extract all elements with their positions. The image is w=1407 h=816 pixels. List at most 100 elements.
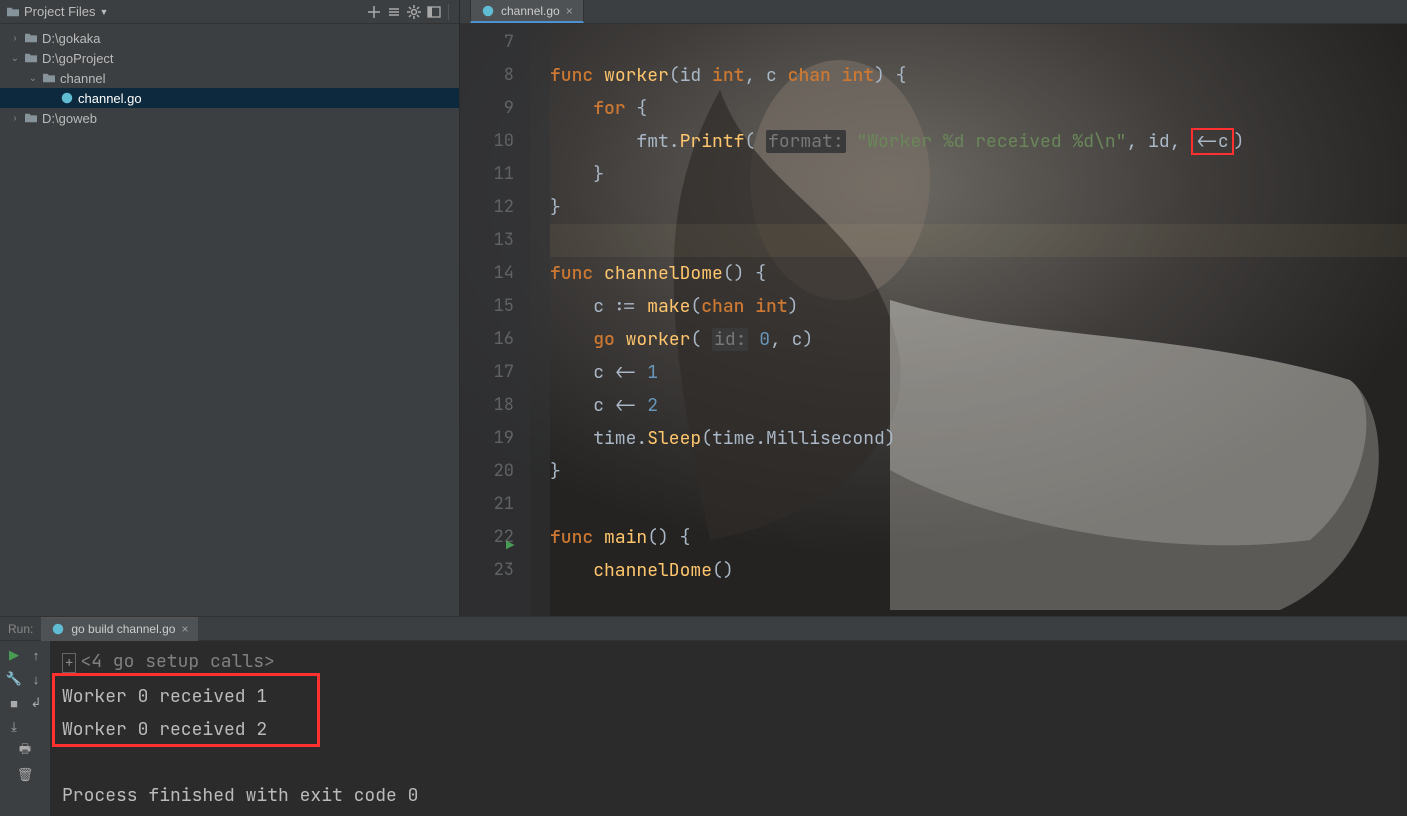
line-number: 21: [460, 488, 514, 521]
line-number: 13: [460, 224, 514, 257]
tree-folder[interactable]: › D:\goweb: [0, 108, 459, 128]
editor-tab-channel-go[interactable]: channel.go ×: [470, 0, 584, 23]
tree-file[interactable]: channel.go: [0, 88, 459, 108]
run-header: Run: go build channel.go ×: [0, 617, 1407, 641]
code-line[interactable]: func main() {: [550, 521, 1407, 554]
tree-item-label: D:\goweb: [40, 111, 97, 126]
tree-expander-icon[interactable]: ⌄: [26, 73, 40, 84]
line-number-gutter: 78910111213141516171819202122▶23: [460, 24, 530, 616]
project-tree[interactable]: ›D:\gokaka⌄D:\goProject⌄channelchannel.g…: [0, 24, 459, 616]
line-number: 22▶: [460, 521, 514, 554]
code-line[interactable]: fmt.Printf( format: "Worker %d received …: [550, 125, 1407, 158]
soft-wrap-button[interactable]: ↲: [25, 693, 47, 713]
settings-gear-button[interactable]: [404, 2, 424, 22]
tree-expander-icon[interactable]: ›: [8, 33, 22, 44]
select-opened-file-button[interactable]: [364, 2, 384, 22]
sidebar-title-label: Project Files: [24, 4, 96, 19]
line-number: 19: [460, 422, 514, 455]
code-line[interactable]: channelDome(): [550, 554, 1407, 587]
folder-icon: [22, 52, 40, 64]
code-line[interactable]: func channelDome() {: [550, 257, 1407, 290]
top-split: Project Files ▼ ›D:\gokaka⌄D:\goProject⌄…: [0, 0, 1407, 616]
tree-expander-icon[interactable]: ›: [8, 113, 22, 124]
line-number: 12: [460, 191, 514, 224]
wrench-button[interactable]: 🔧: [3, 669, 25, 689]
code-line[interactable]: }: [550, 455, 1407, 488]
code-line[interactable]: func worker(id int, c chan int) {: [550, 59, 1407, 92]
go-file-icon: [481, 4, 495, 18]
output-highlight-box: [52, 673, 320, 747]
line-number: 7: [460, 26, 514, 59]
tree-item-label: channel.go: [76, 91, 142, 106]
console-blank-line: [62, 746, 1395, 779]
tree-folder[interactable]: ⌄ channel: [0, 68, 459, 88]
line-number: 15: [460, 290, 514, 323]
fold-strip[interactable]: [530, 24, 550, 616]
editor-tabbar: channel.go ×: [460, 0, 1407, 24]
tree-folder[interactable]: ⌄ D:\goProject: [0, 48, 459, 68]
line-number: 10: [460, 125, 514, 158]
down-button[interactable]: ↓: [25, 669, 47, 689]
folder-icon: [6, 6, 20, 18]
editor-area: channel.go × 789101112131415161718192021…: [460, 0, 1407, 616]
code-line[interactable]: }: [550, 191, 1407, 224]
line-number: 11: [460, 158, 514, 191]
project-files-dropdown[interactable]: Project Files ▼: [6, 4, 108, 19]
code-line[interactable]: }: [550, 158, 1407, 191]
run-body: ▶ ↑ 🔧 ↓ ■ ↲ ⤓ 🖶 🗑 +<4 go setup cal: [0, 641, 1407, 816]
line-number: 16: [460, 323, 514, 356]
code-line[interactable]: c <- 1: [550, 356, 1407, 389]
toolbar-divider: [448, 4, 449, 20]
code-line[interactable]: [550, 488, 1407, 521]
code-line[interactable]: [550, 26, 1407, 59]
code-line[interactable]: c <- 2: [550, 389, 1407, 422]
run-console[interactable]: +<4 go setup calls>Worker 0 received 1Wo…: [50, 641, 1407, 816]
editor-tab-label: channel.go: [501, 4, 560, 18]
up-button[interactable]: ↑: [25, 645, 47, 665]
line-number: 17: [460, 356, 514, 389]
line-number: 14: [460, 257, 514, 290]
tree-folder[interactable]: ›D:\gokaka: [0, 28, 459, 48]
run-label: Run:: [0, 622, 41, 636]
line-number: 18: [460, 389, 514, 422]
tree-expander-icon[interactable]: ⌄: [8, 53, 22, 64]
close-icon[interactable]: ×: [181, 622, 188, 636]
run-toolbar: ▶ ↑ 🔧 ↓ ■ ↲ ⤓ 🖶 🗑: [0, 641, 50, 816]
code-content[interactable]: func worker(id int, c chan int) { for { …: [550, 24, 1407, 616]
ide-root: Project Files ▼ ›D:\gokaka⌄D:\goProject⌄…: [0, 0, 1407, 816]
expand-all-button[interactable]: [384, 2, 404, 22]
tree-item-label: channel: [58, 71, 106, 86]
go-file-icon: [51, 622, 65, 636]
run-config-tab[interactable]: go build channel.go ×: [41, 617, 198, 641]
run-tab-label: go build channel.go: [71, 622, 175, 636]
line-number: 23: [460, 554, 514, 587]
code-line[interactable]: [550, 224, 1407, 257]
project-sidebar: Project Files ▼ ›D:\gokaka⌄D:\goProject⌄…: [0, 0, 460, 616]
tree-item-label: D:\goProject: [40, 51, 114, 66]
console-exit-line: Process finished with exit code 0: [62, 779, 1395, 812]
code-line[interactable]: go worker( id: 0, c): [550, 323, 1407, 356]
run-tool-window: Run: go build channel.go × ▶ ↑ 🔧 ↓ ■ ↲: [0, 616, 1407, 816]
stop-button[interactable]: ■: [3, 693, 25, 713]
folder-icon: [40, 72, 58, 84]
delete-button[interactable]: 🗑: [14, 765, 36, 785]
line-number: 8: [460, 59, 514, 92]
close-icon[interactable]: ×: [566, 4, 573, 18]
code-line[interactable]: time.Sleep(time.Millisecond): [550, 422, 1407, 455]
chevron-down-icon: ▼: [100, 7, 109, 17]
line-number: 9: [460, 92, 514, 125]
print-button[interactable]: 🖶: [14, 741, 36, 761]
hide-sidebar-button[interactable]: [424, 2, 444, 22]
scroll-to-end-button[interactable]: ⤓: [3, 717, 25, 737]
go-file-icon: [58, 91, 76, 105]
folder-icon: [22, 112, 40, 124]
line-number: 20: [460, 455, 514, 488]
code-editor[interactable]: 78910111213141516171819202122▶23 func wo…: [460, 24, 1407, 616]
code-line[interactable]: c := make(chan int): [550, 290, 1407, 323]
sidebar-header: Project Files ▼: [0, 0, 459, 24]
caret-line-highlight: [550, 224, 1407, 257]
folder-icon: [22, 32, 40, 44]
rerun-button[interactable]: ▶: [3, 645, 25, 665]
expand-icon[interactable]: +: [62, 653, 76, 673]
code-line[interactable]: for {: [550, 92, 1407, 125]
